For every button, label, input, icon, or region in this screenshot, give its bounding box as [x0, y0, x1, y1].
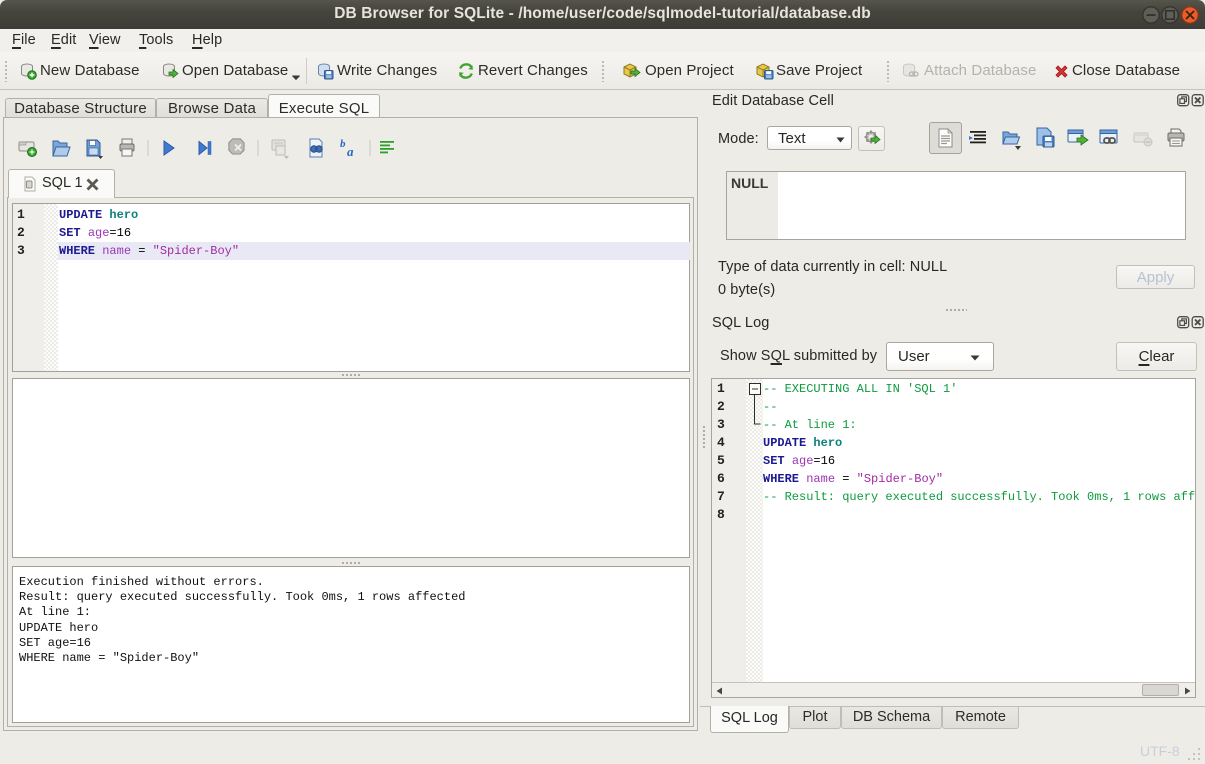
svg-text:a: a [347, 144, 354, 159]
svg-text:b: b [340, 138, 346, 150]
